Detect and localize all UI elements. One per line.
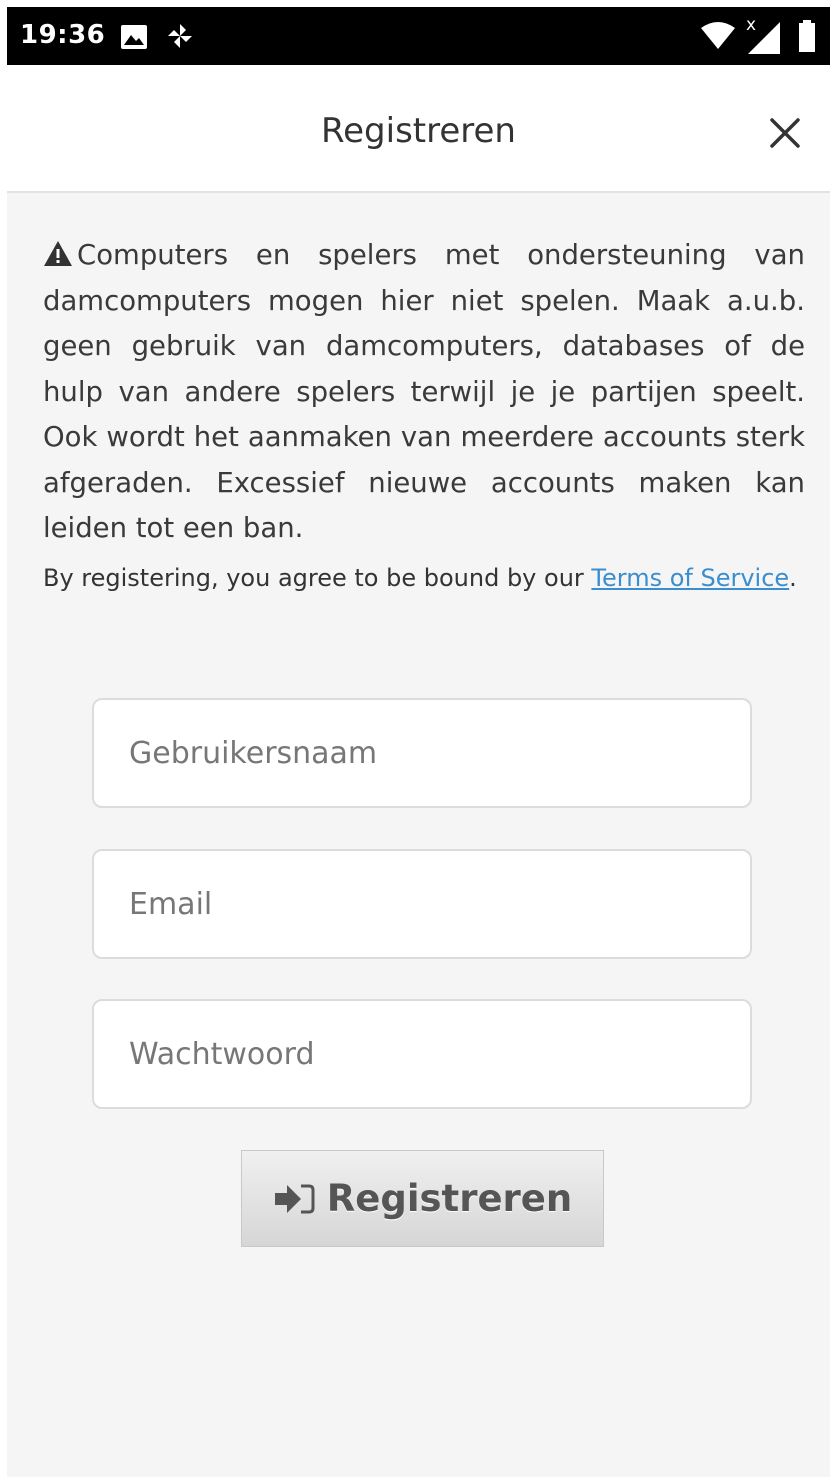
warning-message: Computers en spelers met ondersteuning v…	[43, 233, 805, 552]
terms-suffix: .	[789, 564, 797, 592]
status-bar: 19:36 x	[7, 7, 830, 65]
status-time: 19:36	[20, 20, 106, 50]
wifi-icon	[701, 22, 735, 49]
sign-in-icon	[274, 1184, 315, 1213]
terms-notice: By registering, you agree to be bound by…	[43, 559, 805, 597]
terms-of-service-link[interactable]: Terms of Service	[591, 564, 789, 592]
register-button-label: Registreren	[326, 1177, 573, 1220]
battery-icon	[799, 20, 815, 52]
modal-header: Registreren	[7, 65, 830, 193]
warning-text: Computers en spelers met ondersteuning v…	[43, 239, 805, 544]
page-title: Registreren	[321, 111, 516, 151]
close-icon[interactable]	[767, 115, 803, 151]
terms-prefix: By registering, you agree to be bound by…	[43, 564, 592, 592]
email-field[interactable]	[92, 849, 752, 959]
register-button[interactable]: Registreren	[241, 1150, 604, 1247]
signal-no-data-icon: x	[746, 15, 780, 54]
warning-triangle-icon	[44, 241, 72, 266]
password-field[interactable]	[92, 999, 752, 1109]
pinwheel-icon	[168, 24, 192, 48]
svg-text:x: x	[746, 15, 756, 35]
image-icon	[121, 25, 147, 49]
app-frame: 19:36 x Registreren Computers en spelers…	[7, 7, 830, 1477]
username-field[interactable]	[92, 698, 752, 808]
